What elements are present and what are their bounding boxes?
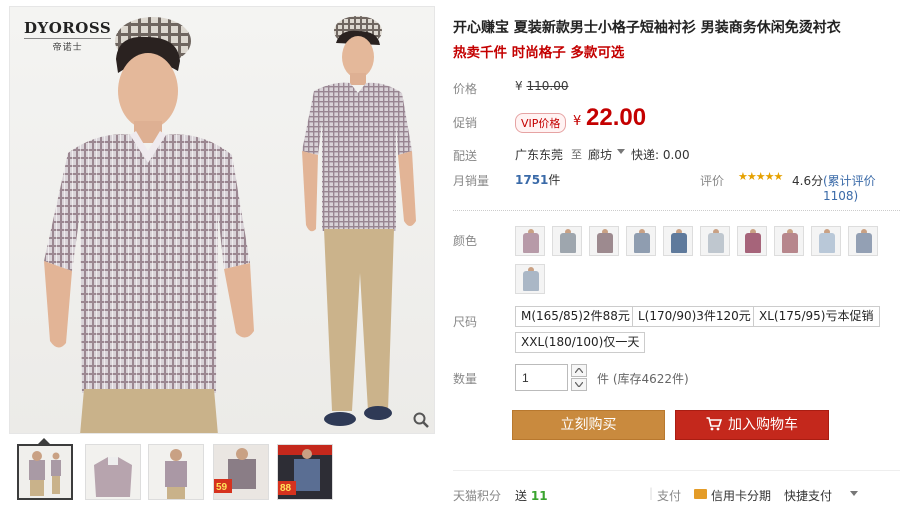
color-swatch[interactable] [552,226,582,256]
swatch-shirt [819,233,835,253]
color-label: 颜色 [453,234,478,248]
model-closeup-figure [44,17,254,433]
thumbnail-3[interactable] [148,444,204,500]
thumbnail-strip: 59 88 [9,438,349,502]
swatch-shirt [782,233,798,253]
thumbnail-price-badge: 59 [216,482,228,493]
add-to-cart-button[interactable]: 加入购物车 [675,410,829,440]
credit-card-installment-link[interactable]: 信用卡分期 [711,487,771,504]
color-swatch[interactable] [774,226,804,256]
currency-symbol: ¥ [515,79,523,93]
rating-count-link[interactable]: (累计评价1108) [823,172,900,203]
promo-currency-symbol: ¥ [573,114,582,129]
swatch-shirt [856,233,872,253]
product-subtitle: 热卖千件 时尚格子 多款可选 [453,45,625,61]
size-option-l[interactable]: L(170/90)3件120元 [632,306,757,327]
price-label: 价格 [453,82,478,96]
product-info-panel: 开心赚宝 夏装新款男士小格子短袖衬衫 男装商务休闲免烫衬衣 热卖千件 时尚格子 … [453,0,900,509]
swatch-shirt [634,233,650,253]
color-swatch[interactable] [737,226,767,256]
size-option-m[interactable]: M(165/85)2件88元 [515,306,636,327]
thumbnail-image [19,446,71,498]
zoom-icon[interactable] [412,411,430,429]
sales-unit: 件 [548,173,561,187]
quantity-input[interactable] [515,364,568,391]
ship-to-icon: 至 [571,148,582,161]
monthly-sales-label: 月销量 [453,174,490,188]
points-value: 送 11 [515,487,548,504]
color-swatch[interactable] [589,226,619,256]
chevron-up-icon [575,368,583,373]
chevron-down-icon[interactable] [850,491,858,496]
add-to-cart-label: 加入购物车 [728,417,798,433]
rating-stars: ★★★★★ [738,170,783,183]
cart-icon [706,416,722,430]
swatch-shirt [597,233,613,253]
credit-card-icon [694,489,707,499]
color-swatch[interactable] [700,226,730,256]
footer-divider [453,470,900,471]
size-option-xxl[interactable]: XXL(180/100)仅一天 [515,332,646,353]
size-option-xl[interactable]: XL(175/95)亏本促销 [753,306,880,327]
swatch-shirt [671,233,687,253]
promo-label: 促销 [453,116,478,130]
thumbnail-4[interactable]: 59 [213,444,269,500]
shipping-label: 配送 [453,149,478,163]
quantity-decrease-button[interactable] [571,378,587,391]
chevron-down-icon [575,382,583,387]
thumbnail-2[interactable] [85,444,141,500]
quick-pay-link[interactable]: 快捷支付 [784,487,832,504]
sales-count-value: 1751 [515,173,549,187]
separator: | [649,486,654,500]
chevron-down-icon[interactable] [617,149,625,154]
quantity-label: 数量 [453,372,478,386]
thumbnail-5[interactable]: 88 [277,444,333,500]
swatch-shirt [745,233,761,253]
swatch-shirt [523,271,539,291]
color-swatch[interactable] [663,226,693,256]
swatch-shirt [560,233,576,253]
thumbnail-1[interactable] [17,444,73,500]
swatch-shirt [523,233,539,253]
color-swatch[interactable] [811,226,841,256]
ship-to-selector[interactable]: 廊坊 [588,146,612,163]
buy-now-button[interactable]: 立刻购买 [512,410,665,440]
size-label: 尺码 [453,315,478,329]
shipping-fee: 快递: 0.00 [631,148,690,162]
color-swatch[interactable] [515,264,545,294]
section-divider [453,210,900,211]
rating-score: 4.6分 [792,174,824,188]
thumbnail-image [149,445,203,499]
original-price-value: 110.00 [526,79,569,93]
color-swatch[interactable] [515,226,545,256]
model-fullbody-figure [302,16,416,426]
swatch-shirt [708,233,724,253]
points-label: 天猫积分 [453,489,502,503]
product-title: 开心赚宝 夏装新款男士小格子短袖衬衫 男装商务休闲免烫衬衣 [453,20,841,36]
quantity-stock: 件 (库存4622件) [597,372,689,386]
vip-price-badge: VIP价格 [515,113,567,133]
color-swatch[interactable] [848,226,878,256]
points-prefix: 送 [515,489,528,503]
points-number: 11 [530,489,548,503]
original-price: ¥ 110.00 [515,79,568,93]
thumbnail-price-badge: 88 [280,483,292,494]
monthly-sales-count: 1751件 [515,171,560,188]
promo-price: 22.00 [586,104,647,131]
thumbnail-image [86,445,140,499]
ship-from: 广东东莞 [515,148,564,162]
quantity-increase-button[interactable] [571,364,587,377]
rating-label: 评价 [700,174,725,188]
product-main-image[interactable]: DYOROSS 帝诺士 [9,6,435,434]
payment-label: 支付 [657,489,682,503]
color-swatch[interactable] [626,226,656,256]
